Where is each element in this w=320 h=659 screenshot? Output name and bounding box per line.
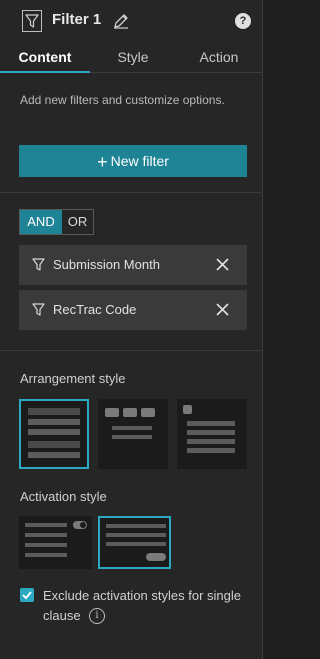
- panel-header: Filter 1 ?: [0, 0, 263, 42]
- filter-icon: [32, 258, 45, 277]
- section-divider: [0, 350, 263, 351]
- logic-and-button[interactable]: AND: [20, 210, 62, 234]
- clause-label: RecTrac Code: [53, 302, 137, 317]
- arrangement-option-bar[interactable]: [98, 399, 168, 469]
- filter-hint-text: Add new filters and customize options.: [20, 93, 225, 107]
- filter-icon: [22, 10, 42, 32]
- logic-toggle: AND OR: [19, 209, 94, 235]
- activation-style-label: Activation style: [20, 489, 107, 504]
- exclude-activation-checkbox[interactable]: [20, 588, 34, 602]
- filter-clause[interactable]: Submission Month: [19, 245, 247, 285]
- arrangement-style-label: Arrangement style: [20, 371, 126, 386]
- new-filter-label: New filter: [110, 153, 169, 169]
- section-divider: [0, 192, 263, 193]
- logic-or-button[interactable]: OR: [62, 210, 93, 234]
- activation-option-toggle[interactable]: [19, 516, 92, 569]
- new-filter-button[interactable]: + New filter: [19, 145, 247, 177]
- tab-action[interactable]: Action: [175, 42, 263, 73]
- close-icon[interactable]: [216, 303, 229, 321]
- filter-clause[interactable]: RecTrac Code: [19, 290, 247, 330]
- clause-label: Submission Month: [53, 257, 160, 272]
- info-icon[interactable]: i: [89, 608, 105, 624]
- exclude-activation-label: Exclude activation styles for single cla…: [43, 588, 241, 623]
- check-icon: [22, 591, 32, 600]
- arrangement-option-block[interactable]: [19, 399, 89, 469]
- help-icon[interactable]: ?: [235, 13, 251, 29]
- toggle-icon: [73, 521, 87, 529]
- tab-style[interactable]: Style: [88, 42, 178, 73]
- activation-option-button[interactable]: [98, 516, 171, 569]
- filter-icon: [32, 303, 45, 322]
- active-tab-indicator: [0, 71, 90, 73]
- plus-icon: +: [97, 152, 108, 172]
- filter-settings-panel: Filter 1 ? Content Style Action Add new …: [0, 0, 263, 659]
- widget-title: Filter 1: [52, 11, 102, 28]
- pencil-icon[interactable]: [113, 13, 129, 34]
- settings-tabs: Content Style Action: [0, 42, 263, 73]
- tab-content[interactable]: Content: [0, 42, 90, 73]
- close-icon[interactable]: [216, 258, 229, 276]
- arrangement-option-icon[interactable]: [177, 399, 247, 469]
